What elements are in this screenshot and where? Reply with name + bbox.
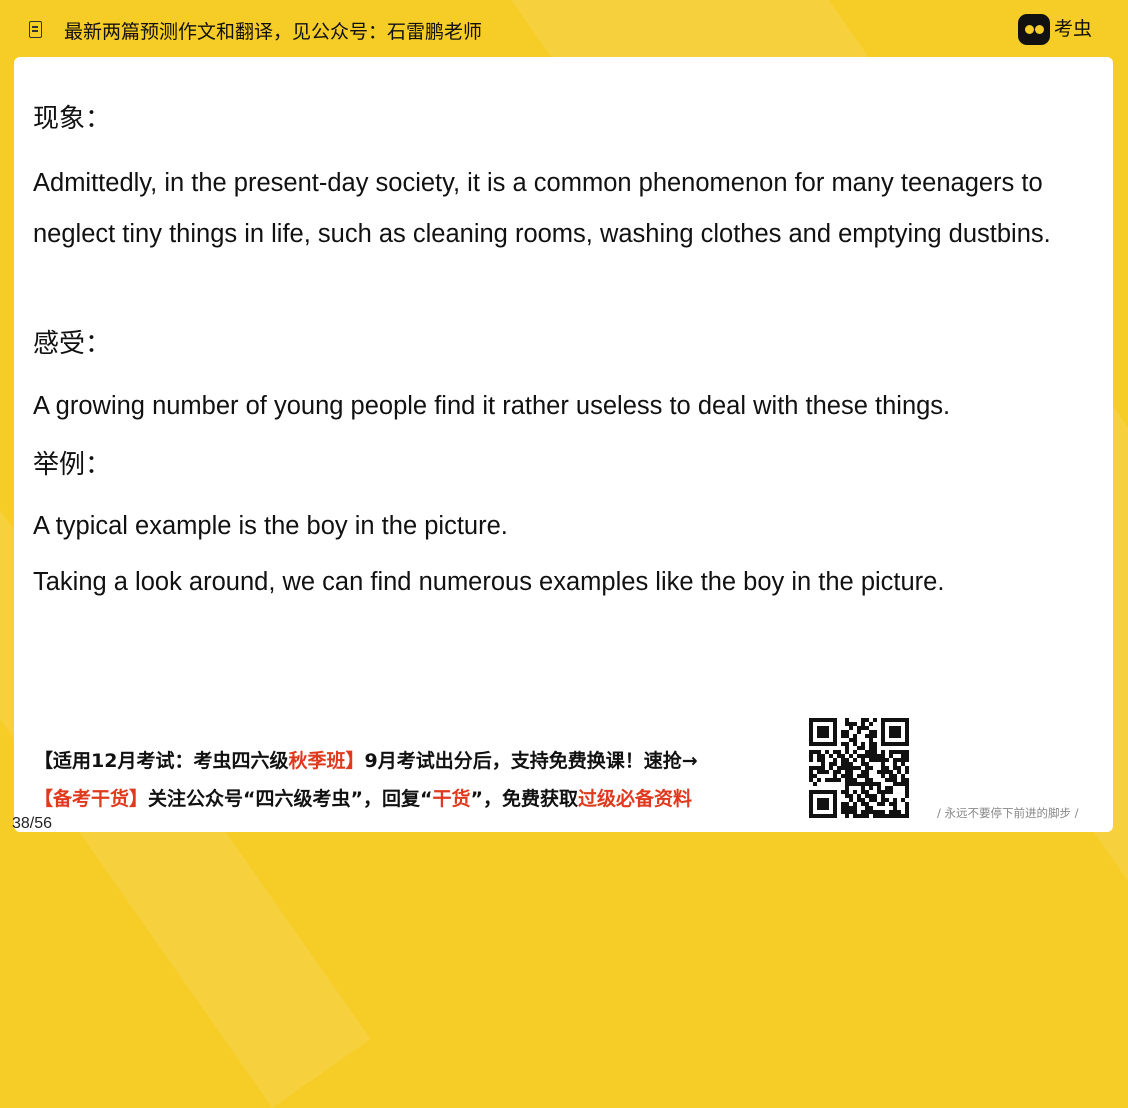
example-line-2: Taking a look around, we can find numero… bbox=[33, 568, 945, 596]
document-icon bbox=[29, 21, 42, 38]
logo-face-icon bbox=[1018, 14, 1050, 45]
example-line-1: A typical example is the boy in the pict… bbox=[33, 512, 508, 540]
header-title: 最新两篇预测作文和翻译，见公众号：石雷鹏老师 bbox=[64, 21, 483, 43]
promo-line-1[interactable]: 【适用12月考试：考虫四六级秋季班】9月考试出分后，支持免费换课！速抢→ bbox=[34, 749, 698, 773]
logo-text: 考虫 bbox=[1054, 18, 1093, 40]
paragraph-phenomenon: Admittedly, in the present-day society, … bbox=[33, 169, 1051, 248]
motto-text: / 永远不要停下前进的脚步 / bbox=[937, 806, 1079, 820]
paragraph-feeling: A growing number of young people find it… bbox=[33, 392, 951, 420]
top-bar: 最新两篇预测作文和翻译，见公众号：石雷鹏老师 考虫 bbox=[0, 0, 1128, 58]
kaochong-logo[interactable]: 考虫 bbox=[1016, 13, 1100, 47]
page-number: 38/56 bbox=[12, 815, 53, 832]
qr-code-graphic bbox=[809, 718, 909, 818]
promo-line-2[interactable]: 【备考干货】关注公众号“四六级考虫”，回复“干货”，免费获取过级必备资料 bbox=[34, 787, 692, 811]
heading-feeling: 感受： bbox=[33, 328, 112, 358]
heading-phenomenon: 现象： bbox=[33, 103, 112, 133]
qr-code[interactable] bbox=[804, 713, 914, 823]
heading-example: 举例： bbox=[33, 449, 112, 479]
